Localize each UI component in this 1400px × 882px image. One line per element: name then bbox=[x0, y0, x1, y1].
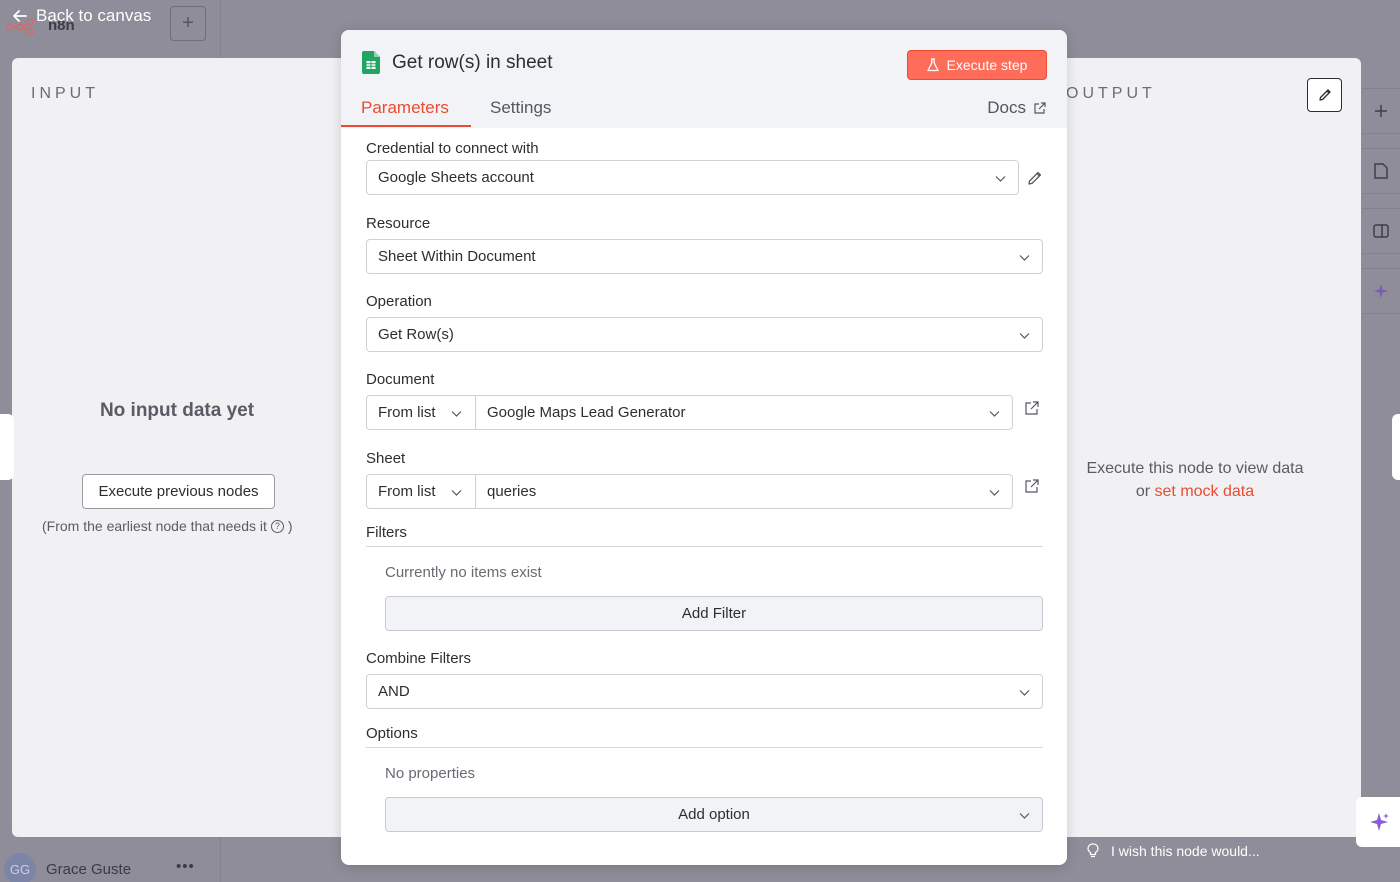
feedback-wish[interactable]: I wish this node would... bbox=[1087, 843, 1260, 859]
arrow-left-icon bbox=[13, 10, 27, 22]
sheet-mode-select[interactable]: From list bbox=[366, 474, 476, 509]
tab-parameters[interactable]: Parameters bbox=[361, 98, 449, 118]
wish-text: I wish this node would... bbox=[1111, 843, 1260, 859]
docs-link[interactable]: Docs bbox=[987, 98, 1046, 118]
input-drag-handle[interactable] bbox=[0, 414, 14, 480]
user-profile[interactable]: GG Grace Guste bbox=[4, 853, 131, 882]
docs-label: Docs bbox=[987, 98, 1026, 117]
node-header: Get row(s) in sheet Execute step Paramet… bbox=[341, 30, 1067, 128]
tab-settings[interactable]: Settings bbox=[490, 98, 551, 118]
credential-label: Credential to connect with bbox=[366, 140, 539, 157]
chevron-down-icon bbox=[989, 490, 1000, 496]
options-empty-note: No properties bbox=[385, 765, 476, 782]
add-option-button[interactable]: Add option bbox=[385, 797, 1043, 832]
edit-credential-pencil-icon[interactable] bbox=[1026, 169, 1044, 187]
plus-icon bbox=[1375, 105, 1387, 117]
chevron-down-icon bbox=[989, 411, 1000, 417]
options-section-header: Options bbox=[366, 725, 1043, 748]
external-link-icon bbox=[1034, 101, 1046, 114]
rail-note-button[interactable] bbox=[1362, 148, 1400, 194]
lightbulb-icon bbox=[1087, 843, 1099, 858]
sticky-note-icon bbox=[1374, 163, 1388, 179]
document-value: Google Maps Lead Generator bbox=[487, 404, 686, 421]
credential-select[interactable]: Google Sheets account bbox=[366, 160, 1019, 195]
panel-icon bbox=[1373, 224, 1389, 238]
operation-value: Get Row(s) bbox=[378, 326, 454, 343]
document-select[interactable]: Google Maps Lead Generator bbox=[475, 395, 1013, 430]
rail-panel-button[interactable] bbox=[1362, 208, 1400, 254]
document-label: Document bbox=[366, 371, 435, 388]
execute-previous-hint: (From the earliest node that needs it ? … bbox=[42, 518, 293, 534]
sparkle-icon bbox=[1374, 284, 1388, 298]
execute-step-label: Execute step bbox=[946, 57, 1028, 73]
chevron-down-icon bbox=[451, 411, 462, 417]
node-title[interactable]: Get row(s) in sheet bbox=[392, 52, 553, 74]
no-input-message: No input data yet bbox=[99, 400, 255, 421]
chevron-down-icon bbox=[1019, 255, 1030, 261]
chevron-down-icon bbox=[451, 490, 462, 496]
resource-value: Sheet Within Document bbox=[378, 248, 536, 265]
resource-label: Resource bbox=[366, 215, 431, 232]
output-message-line1: Execute this node to view data bbox=[1086, 460, 1304, 477]
sheet-label: Sheet bbox=[366, 450, 406, 467]
filters-empty-note: Currently no items exist bbox=[385, 564, 542, 581]
flask-icon bbox=[926, 58, 939, 72]
add-node-button[interactable]: + bbox=[170, 6, 206, 41]
output-empty-message: Execute this node to view data or set mo… bbox=[1066, 457, 1324, 503]
ai-assistant-button[interactable] bbox=[1356, 797, 1400, 847]
help-icon[interactable]: ? bbox=[270, 519, 284, 533]
hint-text: (From the earliest node that needs it bbox=[42, 518, 267, 534]
credential-value: Google Sheets account bbox=[378, 169, 534, 186]
rail-add-button[interactable] bbox=[1362, 88, 1400, 134]
sheet-mode-value: From list bbox=[378, 483, 436, 500]
back-to-canvas-link[interactable]: Back to canvas bbox=[12, 6, 151, 26]
hint-close-paren: ) bbox=[287, 518, 293, 534]
combine-filters-value: AND bbox=[378, 683, 410, 700]
document-mode-value: From list bbox=[378, 404, 436, 421]
output-message-or: or bbox=[1135, 483, 1151, 500]
resource-select[interactable]: Sheet Within Document bbox=[366, 239, 1043, 274]
combine-filters-select[interactable]: AND bbox=[366, 674, 1043, 709]
active-tab-indicator bbox=[341, 125, 471, 127]
edit-output-button[interactable] bbox=[1307, 78, 1342, 112]
input-panel-title: INPUT bbox=[31, 85, 99, 102]
avatar: GG bbox=[4, 853, 36, 882]
execute-step-button[interactable]: Execute step bbox=[907, 50, 1047, 80]
chevron-down-icon bbox=[995, 176, 1006, 182]
node-settings-modal: Get row(s) in sheet Execute step Paramet… bbox=[341, 30, 1067, 865]
chevron-down-icon bbox=[1019, 690, 1030, 696]
back-to-canvas-label: Back to canvas bbox=[36, 6, 152, 25]
combine-filters-label: Combine Filters bbox=[366, 650, 472, 667]
sheet-select[interactable]: queries bbox=[475, 474, 1013, 509]
open-sheet-external-link-icon[interactable] bbox=[1024, 479, 1039, 494]
filters-section-header: Filters bbox=[366, 524, 1043, 547]
rail-ai-button[interactable] bbox=[1362, 268, 1400, 314]
add-filter-button[interactable]: Add Filter bbox=[385, 596, 1043, 631]
chevron-down-icon bbox=[1019, 813, 1030, 819]
document-mode-select[interactable]: From list bbox=[366, 395, 476, 430]
open-document-external-link-icon[interactable] bbox=[1024, 401, 1039, 416]
sheet-value: queries bbox=[487, 483, 537, 500]
operation-label: Operation bbox=[366, 293, 432, 310]
operation-select[interactable]: Get Row(s) bbox=[366, 317, 1043, 352]
google-sheets-icon bbox=[362, 51, 380, 74]
output-drag-handle[interactable] bbox=[1392, 414, 1400, 480]
pencil-icon bbox=[1318, 89, 1331, 101]
sparkle-icon bbox=[1370, 813, 1389, 831]
set-mock-data-link[interactable]: set mock data bbox=[1155, 483, 1255, 500]
user-name: Grace Guste bbox=[46, 860, 132, 878]
output-panel-title: OUTPUT bbox=[1066, 85, 1156, 102]
execute-previous-nodes-button[interactable]: Execute previous nodes bbox=[82, 474, 275, 509]
add-option-label: Add option bbox=[678, 806, 750, 823]
user-menu-button[interactable]: ••• bbox=[176, 858, 195, 875]
chevron-down-icon bbox=[1019, 333, 1030, 339]
